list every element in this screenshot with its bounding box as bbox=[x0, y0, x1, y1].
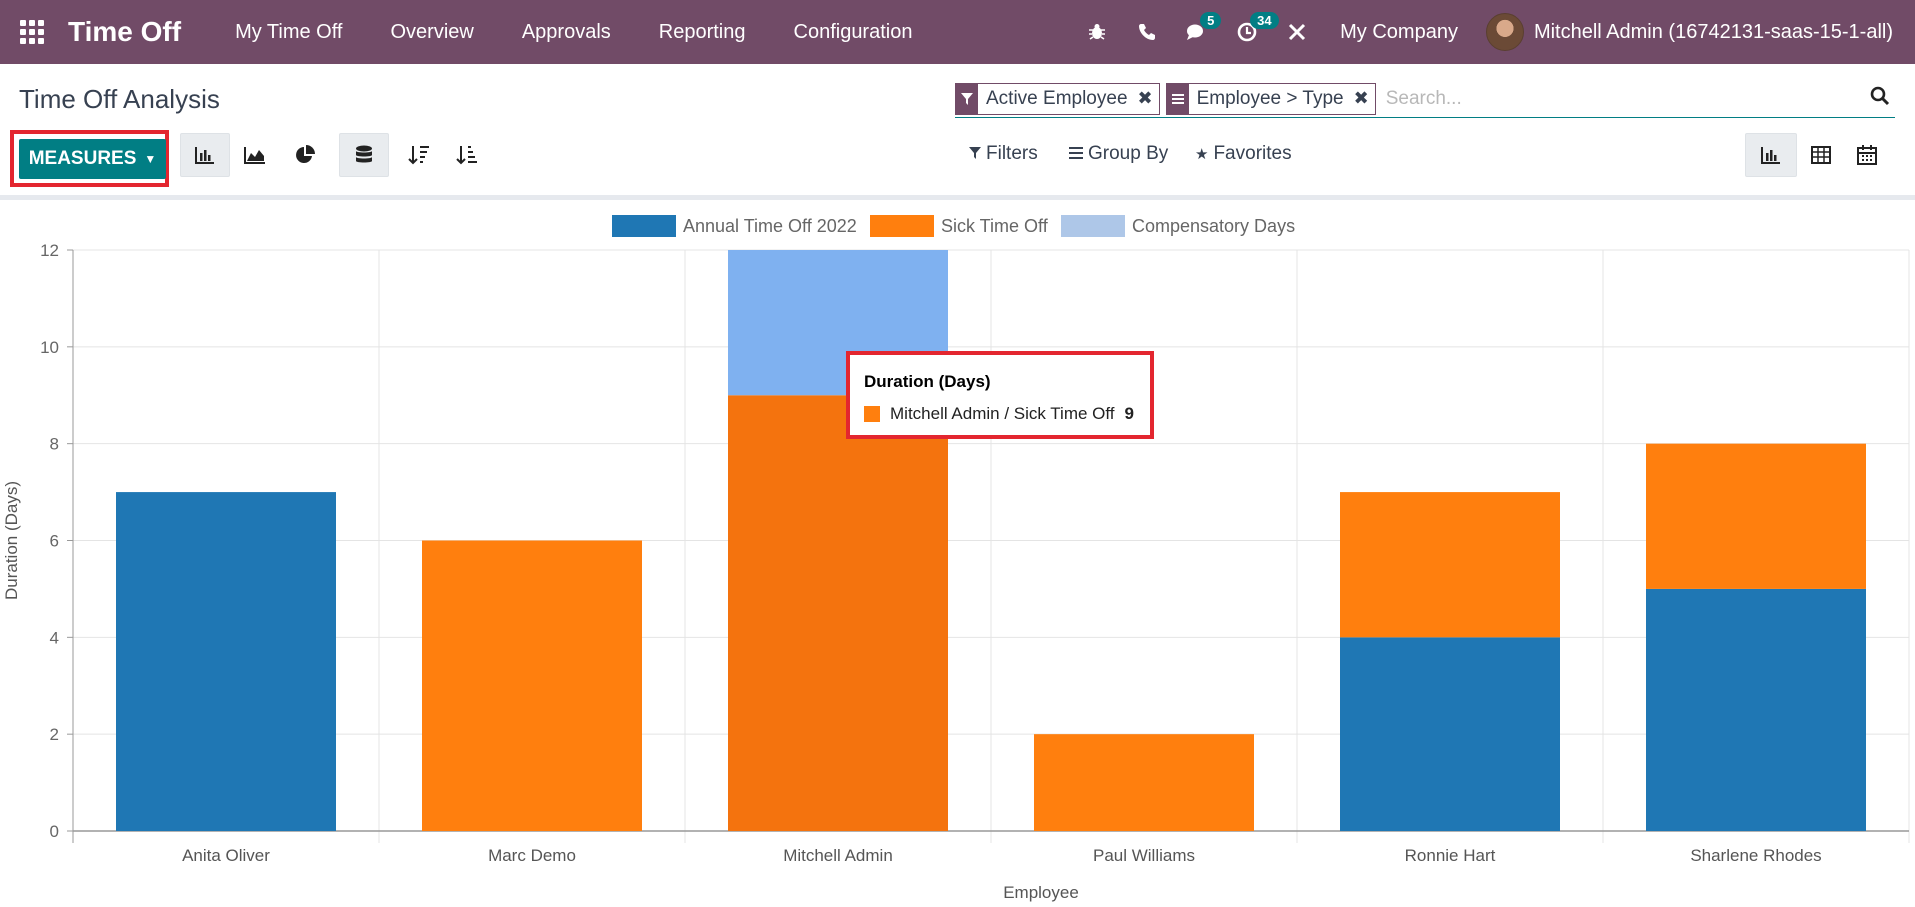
sort-ascending-button[interactable] bbox=[442, 133, 492, 177]
favorites-label: Favorites bbox=[1213, 143, 1292, 164]
x-tick-label: Paul Williams bbox=[1093, 846, 1195, 865]
y-tick-label: 0 bbox=[50, 822, 59, 841]
apps-menu-icon[interactable] bbox=[0, 0, 64, 64]
bar-sick-time-off bbox=[1034, 734, 1254, 831]
facet-remove-icon[interactable]: ✖ bbox=[1352, 84, 1375, 114]
y-tick-label: 6 bbox=[50, 532, 59, 551]
user-menu[interactable]: Mitchell Admin (16742131-saas-15-1-all) bbox=[1485, 13, 1915, 51]
x-tick-label: Anita Oliver bbox=[182, 846, 270, 865]
y-axis-label: Duration (Days) bbox=[2, 481, 21, 600]
facet-value: Employee > Type bbox=[1196, 87, 1344, 109]
facet-remove-icon[interactable]: ✖ bbox=[1136, 84, 1159, 114]
pie-chart-icon bbox=[296, 145, 315, 163]
pie-chart-mode-button[interactable] bbox=[280, 133, 330, 177]
search-bar: Active Employee ✖ Employee > Type ✖ bbox=[955, 80, 1895, 118]
legend-label: Sick Time Off bbox=[941, 216, 1049, 236]
activities-icon[interactable]: 34 bbox=[1222, 0, 1279, 64]
bar-annual-time-off-2022 bbox=[1646, 588, 1866, 831]
menu-configuration[interactable]: Configuration bbox=[770, 0, 937, 64]
legend-swatch bbox=[612, 215, 676, 237]
tooltip-swatch bbox=[864, 406, 880, 422]
database-icon bbox=[356, 145, 372, 163]
y-tick-label: 2 bbox=[50, 725, 59, 744]
graph-view-button[interactable] bbox=[1745, 133, 1797, 177]
search-icon[interactable] bbox=[1865, 86, 1895, 112]
area-chart-icon bbox=[244, 147, 265, 164]
sort-descending-button[interactable] bbox=[394, 133, 444, 177]
legend-label: Annual Time Off 2022 bbox=[683, 216, 857, 236]
tooltip-row: Mitchell Admin / Sick Time Off 9 bbox=[864, 404, 1134, 424]
measures-button[interactable]: MEASURES ▼ bbox=[19, 139, 166, 179]
pivot-view-button[interactable] bbox=[1795, 133, 1847, 177]
menu-reporting[interactable]: Reporting bbox=[635, 0, 770, 64]
facet-employee-type: Employee > Type ✖ bbox=[1165, 82, 1376, 115]
group-by-icon bbox=[1166, 83, 1189, 114]
bar-sick-time-off bbox=[728, 395, 948, 831]
bar-chart-mode-button[interactable] bbox=[180, 133, 230, 177]
sort-descending-icon bbox=[408, 146, 429, 165]
user-name: Mitchell Admin (16742131-saas-15-1-all) bbox=[1533, 20, 1893, 43]
facet-active-employee: Active Employee ✖ bbox=[955, 82, 1160, 115]
group-by-button[interactable]: Group By bbox=[1069, 143, 1168, 165]
line-chart-mode-button[interactable] bbox=[230, 133, 280, 177]
bar-chart: 0 2 4 6 8 10 12 Anita Oliver Marc Demo Mitchell A… bbox=[2, 215, 1910, 902]
x-tick-label: Sharlene Rhodes bbox=[1690, 846, 1821, 865]
menu-overview[interactable]: Overview bbox=[366, 0, 497, 64]
calendar-view-button[interactable] bbox=[1841, 133, 1893, 177]
filter-icon bbox=[969, 146, 981, 163]
group-by-label: Group By bbox=[1088, 143, 1169, 164]
stacked-toggle-button[interactable] bbox=[339, 133, 389, 177]
chart-tooltip: Duration (Days) Mitchell Admin / Sick Ti… bbox=[846, 351, 1154, 439]
bar-chart-icon bbox=[1761, 147, 1780, 164]
app-title[interactable]: Time Off bbox=[68, 16, 181, 48]
x-axis-label: Employee bbox=[1003, 883, 1079, 902]
legend-label: Compensatory Days bbox=[1132, 216, 1295, 236]
page-title: Time Off Analysis bbox=[19, 84, 220, 114]
bug-icon[interactable] bbox=[1072, 0, 1122, 64]
tooltip-value: 9 bbox=[1124, 404, 1134, 423]
table-icon bbox=[1811, 146, 1831, 164]
x-tick-label: Mitchell Admin bbox=[783, 846, 893, 865]
calendar-icon bbox=[1857, 145, 1877, 165]
menu-my-time-off[interactable]: My Time Off bbox=[211, 0, 366, 64]
facet-value: Active Employee bbox=[986, 87, 1128, 109]
sort-ascending-icon bbox=[456, 146, 477, 165]
bar-sick-time-off bbox=[422, 540, 642, 831]
y-tick-label: 8 bbox=[50, 435, 59, 454]
bar-annual-time-off-2022 bbox=[1340, 637, 1560, 831]
y-tick-label: 4 bbox=[50, 628, 59, 647]
measures-label: MEASURES bbox=[28, 148, 137, 169]
tooltip-title: Duration (Days) bbox=[864, 372, 991, 391]
messages-badge: 5 bbox=[1200, 12, 1222, 29]
filters-button[interactable]: Filters bbox=[969, 143, 1038, 165]
company-switcher[interactable]: My Company bbox=[1322, 21, 1486, 44]
bar-annual-time-off-2022 bbox=[116, 492, 336, 831]
x-tick-label: Ronnie Hart bbox=[1405, 846, 1496, 865]
messages-icon[interactable]: 5 bbox=[1172, 0, 1222, 64]
bar-sick-time-off bbox=[1646, 443, 1866, 589]
x-tick-label: Marc Demo bbox=[488, 846, 576, 865]
favorites-button[interactable]: ★ Favorites bbox=[1195, 143, 1292, 165]
menu-approvals[interactable]: Approvals bbox=[498, 0, 635, 64]
avatar bbox=[1485, 13, 1524, 51]
phone-icon[interactable] bbox=[1122, 0, 1172, 64]
legend-swatch bbox=[1061, 215, 1125, 237]
legend-swatch bbox=[870, 215, 934, 237]
y-tick-label: 12 bbox=[40, 241, 59, 260]
filters-label: Filters bbox=[986, 143, 1038, 164]
list-icon bbox=[1069, 146, 1083, 163]
top-navbar: Time Off My Time Off Overview Approvals … bbox=[0, 0, 1915, 64]
star-icon: ★ bbox=[1195, 146, 1209, 163]
filter-icon bbox=[956, 83, 978, 114]
y-tick-label: 10 bbox=[40, 338, 59, 357]
search-input[interactable] bbox=[1381, 82, 1865, 115]
tooltip-label: Mitchell Admin / Sick Time Off bbox=[890, 404, 1115, 423]
caret-down-icon: ▼ bbox=[144, 152, 157, 166]
tools-icon[interactable] bbox=[1272, 0, 1322, 64]
bar-sick-time-off bbox=[1340, 492, 1560, 638]
bar-chart-icon bbox=[195, 147, 214, 164]
